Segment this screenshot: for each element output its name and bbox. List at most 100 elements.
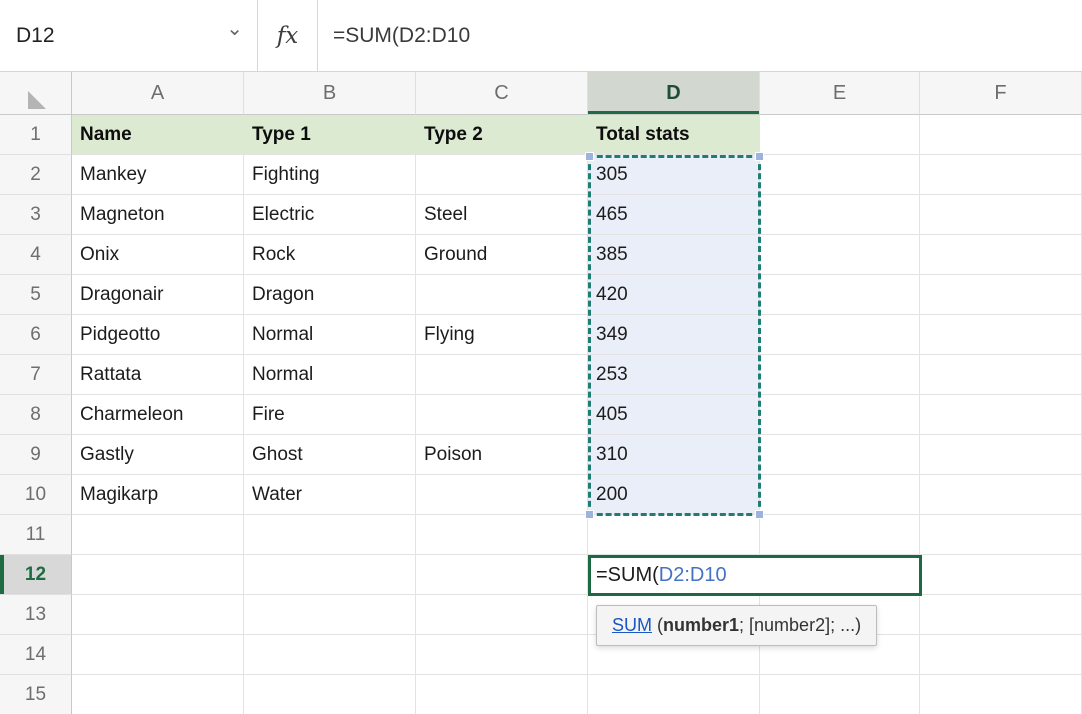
cell-A9[interactable]: Gastly [72,435,244,475]
cell-F3[interactable] [920,195,1082,235]
cell-F15[interactable] [920,675,1082,714]
tooltip-function-link[interactable]: SUM [612,615,652,635]
cell-E15[interactable] [760,675,920,714]
cell-F1[interactable] [920,115,1082,155]
cell-B1[interactable]: Type 1 [244,115,416,155]
cell-D11[interactable] [588,515,760,555]
cell-F9[interactable] [920,435,1082,475]
row-header-15[interactable]: 15 [0,675,72,714]
cell-A8[interactable]: Charmeleon [72,395,244,435]
cell-A12[interactable] [72,555,244,595]
cell-C14[interactable] [416,635,588,675]
cell-A2[interactable]: Mankey [72,155,244,195]
cell-B5[interactable]: Dragon [244,275,416,315]
column-header-A[interactable]: A [72,72,244,115]
cell-C2[interactable] [416,155,588,195]
row-header-9[interactable]: 9 [0,435,72,475]
formula-input[interactable]: =SUM(D2:D10 [318,0,1082,71]
cell-F11[interactable] [920,515,1082,555]
cell-D8[interactable]: 405 [588,395,760,435]
cell-D7[interactable]: 253 [588,355,760,395]
cell-D4[interactable]: 385 [588,235,760,275]
cell-A7[interactable]: Rattata [72,355,244,395]
cell-F12[interactable] [920,555,1082,595]
cell-E1[interactable] [760,115,920,155]
cell-C10[interactable] [416,475,588,515]
cell-C3[interactable]: Steel [416,195,588,235]
cell-D10[interactable]: 200 [588,475,760,515]
cell-A1[interactable]: Name [72,115,244,155]
cell-E10[interactable] [760,475,920,515]
cell-B8[interactable]: Fire [244,395,416,435]
cell-D15[interactable] [588,675,760,714]
cell-F7[interactable] [920,355,1082,395]
cell-C7[interactable] [416,355,588,395]
cell-A3[interactable]: Magneton [72,195,244,235]
cell-A11[interactable] [72,515,244,555]
cell-D2[interactable]: 305 [588,155,760,195]
cell-D5[interactable]: 420 [588,275,760,315]
cell-B14[interactable] [244,635,416,675]
row-header-6[interactable]: 6 [0,315,72,355]
cell-F13[interactable] [920,595,1082,635]
cell-D1[interactable]: Total stats [588,115,760,155]
cell-E4[interactable] [760,235,920,275]
cell-A4[interactable]: Onix [72,235,244,275]
cell-D9[interactable]: 310 [588,435,760,475]
row-header-12[interactable]: 12 [0,555,72,595]
cell-C8[interactable] [416,395,588,435]
row-header-2[interactable]: 2 [0,155,72,195]
row-header-8[interactable]: 8 [0,395,72,435]
column-header-B[interactable]: B [244,72,416,115]
cell-E2[interactable] [760,155,920,195]
cell-B10[interactable]: Water [244,475,416,515]
cell-A10[interactable]: Magikarp [72,475,244,515]
column-header-C[interactable]: C [416,72,588,115]
cell-C5[interactable] [416,275,588,315]
cell-F14[interactable] [920,635,1082,675]
cell-A13[interactable] [72,595,244,635]
row-header-11[interactable]: 11 [0,515,72,555]
insert-function-button[interactable]: fx [258,0,318,71]
cell-A5[interactable]: Dragonair [72,275,244,315]
cell-E3[interactable] [760,195,920,235]
cell-D3[interactable]: 465 [588,195,760,235]
row-header-13[interactable]: 13 [0,595,72,635]
cell-F5[interactable] [920,275,1082,315]
active-cell-d12[interactable]: =SUM(D2:D10 [588,555,922,596]
cell-B12[interactable] [244,555,416,595]
row-header-10[interactable]: 10 [0,475,72,515]
row-header-5[interactable]: 5 [0,275,72,315]
cell-B11[interactable] [244,515,416,555]
cell-F8[interactable] [920,395,1082,435]
cell-B7[interactable]: Normal [244,355,416,395]
cell-B15[interactable] [244,675,416,714]
cell-B6[interactable]: Normal [244,315,416,355]
cell-C1[interactable]: Type 2 [416,115,588,155]
row-header-1[interactable]: 1 [0,115,72,155]
cell-C13[interactable] [416,595,588,635]
cell-E11[interactable] [760,515,920,555]
cell-E9[interactable] [760,435,920,475]
cell-F10[interactable] [920,475,1082,515]
cell-E6[interactable] [760,315,920,355]
cell-D6[interactable]: 349 [588,315,760,355]
cell-A15[interactable] [72,675,244,714]
cell-C9[interactable]: Poison [416,435,588,475]
select-all-corner[interactable] [0,72,72,115]
column-header-F[interactable]: F [920,72,1082,115]
cell-E7[interactable] [760,355,920,395]
cell-F4[interactable] [920,235,1082,275]
cell-F6[interactable] [920,315,1082,355]
chevron-down-icon[interactable]: ⌄ [226,16,243,41]
cell-C6[interactable]: Flying [416,315,588,355]
cell-B13[interactable] [244,595,416,635]
row-header-4[interactable]: 4 [0,235,72,275]
cell-B2[interactable]: Fighting [244,155,416,195]
cell-B4[interactable]: Rock [244,235,416,275]
name-box[interactable]: D12 ⌄ [0,0,258,71]
row-header-7[interactable]: 7 [0,355,72,395]
cell-C12[interactable] [416,555,588,595]
row-header-14[interactable]: 14 [0,635,72,675]
cell-F2[interactable] [920,155,1082,195]
